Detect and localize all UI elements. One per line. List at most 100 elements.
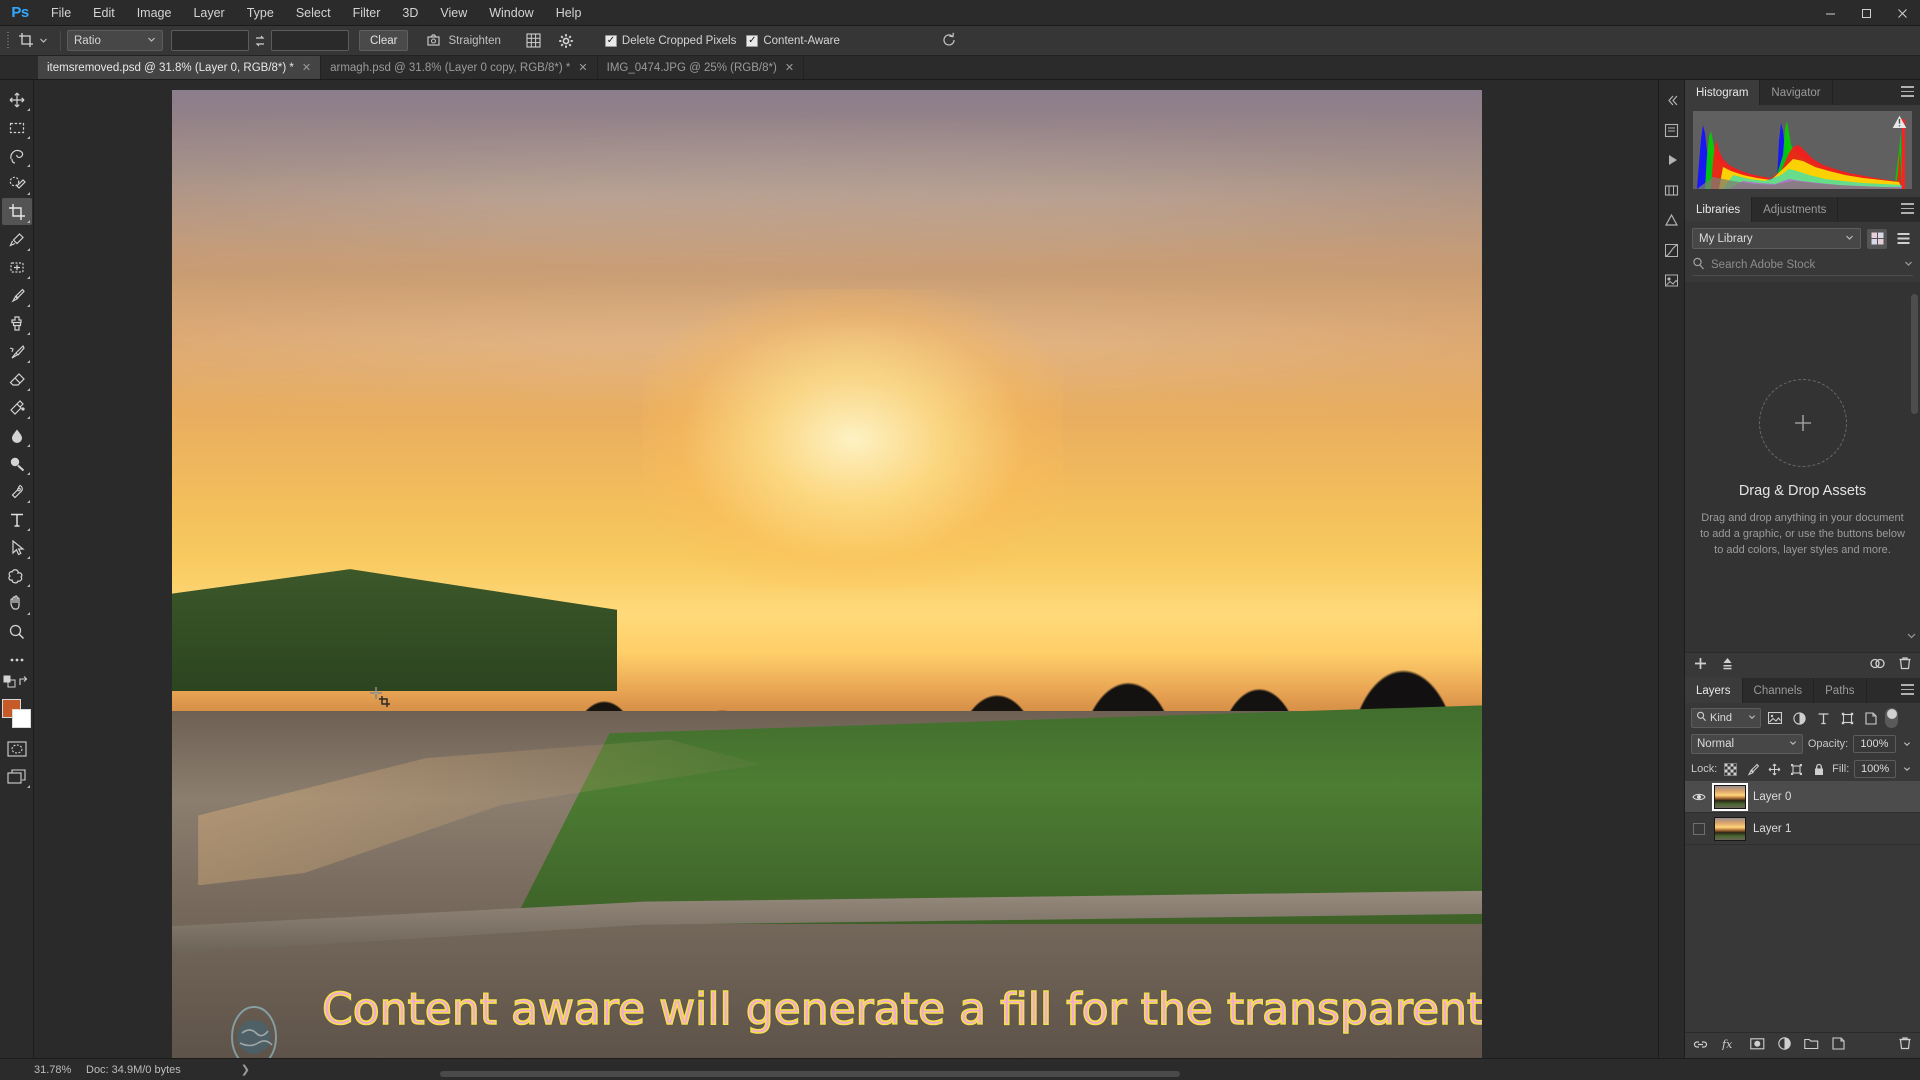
horizontal-scrollbar[interactable] bbox=[440, 1071, 1180, 1077]
straighten-label[interactable]: Straighten bbox=[448, 35, 500, 47]
swap-colors-icon[interactable] bbox=[18, 675, 31, 693]
fill-stepper-chevron-icon[interactable] bbox=[1901, 760, 1914, 778]
presets-icon[interactable] bbox=[1661, 270, 1683, 290]
type-tool[interactable] bbox=[2, 506, 32, 533]
clone-stamp-tool[interactable] bbox=[2, 310, 32, 337]
quick-mask-mode-button[interactable] bbox=[2, 735, 32, 762]
brush-tool[interactable] bbox=[2, 282, 32, 309]
layer-row-1[interactable]: Layer 1 bbox=[1685, 813, 1920, 846]
layer-visibility-toggle[interactable] bbox=[1691, 822, 1707, 835]
layer-style-icon[interactable]: fx bbox=[1721, 1037, 1737, 1055]
chevron-down-icon[interactable] bbox=[1906, 628, 1917, 646]
new-group-icon[interactable] bbox=[1804, 1037, 1819, 1055]
panel-menu-icon[interactable] bbox=[1901, 203, 1914, 217]
background-color-swatch[interactable] bbox=[11, 709, 31, 728]
menu-image[interactable]: Image bbox=[126, 0, 183, 26]
lock-image-pixels-icon[interactable] bbox=[1744, 760, 1761, 778]
search-adobe-stock-row[interactable]: Search Adobe Stock bbox=[1692, 255, 1913, 276]
add-item-icon[interactable] bbox=[1693, 656, 1708, 676]
delete-layer-icon[interactable] bbox=[1898, 1036, 1912, 1055]
layer-visibility-toggle[interactable] bbox=[1691, 792, 1707, 802]
crop-ratio-select[interactable]: Ratio bbox=[67, 30, 163, 51]
tab-libraries[interactable]: Libraries bbox=[1685, 197, 1753, 222]
delete-cropped-pixels-checkbox[interactable]: ✓ Delete Cropped Pixels bbox=[604, 34, 736, 47]
tab-navigator[interactable]: Navigator bbox=[1760, 80, 1833, 105]
swap-dimensions-button[interactable] bbox=[249, 30, 271, 52]
tab-adjustments[interactable]: Adjustments bbox=[1752, 197, 1839, 222]
history-brush-tool[interactable] bbox=[2, 338, 32, 365]
blur-tool[interactable] bbox=[2, 422, 32, 449]
hand-tool[interactable] bbox=[2, 590, 32, 617]
eyedropper-tool[interactable] bbox=[2, 226, 32, 253]
library-select[interactable]: My Library bbox=[1692, 228, 1861, 249]
layer-thumbnail[interactable] bbox=[1712, 782, 1748, 811]
menu-edit[interactable]: Edit bbox=[82, 0, 126, 26]
lock-artboard-nesting-icon[interactable] bbox=[1788, 760, 1805, 778]
crop-width-input[interactable] bbox=[171, 30, 249, 51]
menu-select[interactable]: Select bbox=[285, 0, 342, 26]
pixel-filter-icon[interactable] bbox=[1765, 708, 1785, 728]
reset-tool-icon[interactable] bbox=[940, 31, 958, 54]
document-tab-img0474[interactable]: IMG_0474.JPG @ 25% (RGB/8*) ✕ bbox=[597, 56, 805, 79]
trash-icon[interactable] bbox=[1898, 656, 1912, 675]
default-colors-icon[interactable] bbox=[3, 675, 16, 693]
library-dropzone[interactable]: Drag & Drop Assets Drag and drop anythin… bbox=[1685, 282, 1920, 652]
path-selection-tool[interactable] bbox=[2, 534, 32, 561]
tab-histogram[interactable]: Histogram bbox=[1685, 80, 1761, 105]
filter-enable-toggle[interactable] bbox=[1885, 708, 1898, 729]
close-icon[interactable]: ✕ bbox=[578, 61, 587, 74]
link-layers-icon[interactable] bbox=[1693, 1037, 1708, 1055]
color-swatches[interactable] bbox=[1, 699, 32, 729]
upload-icon[interactable] bbox=[1720, 656, 1735, 676]
new-adjustment-layer-icon[interactable] bbox=[1778, 1036, 1791, 1055]
zoom-tool[interactable] bbox=[2, 618, 32, 645]
adobe-color-icon[interactable] bbox=[1661, 210, 1683, 230]
move-tool[interactable] bbox=[2, 86, 32, 113]
lasso-tool[interactable] bbox=[2, 142, 32, 169]
crop-overlay-icon[interactable] bbox=[521, 29, 547, 53]
grid-view-icon[interactable] bbox=[1867, 228, 1887, 249]
shape-filter-icon[interactable] bbox=[1837, 708, 1857, 728]
edit-toolbar-tool[interactable] bbox=[2, 646, 32, 673]
close-button[interactable] bbox=[1884, 0, 1920, 26]
layer-name[interactable]: Layer 0 bbox=[1753, 791, 1791, 803]
type-filter-icon[interactable] bbox=[1813, 708, 1833, 728]
lock-position-icon[interactable] bbox=[1766, 760, 1783, 778]
opacity-value[interactable]: 100% bbox=[1853, 735, 1896, 754]
eraser-tool[interactable] bbox=[2, 366, 32, 393]
list-view-icon[interactable] bbox=[1893, 229, 1913, 249]
curves-icon[interactable] bbox=[1661, 240, 1683, 260]
document-image[interactable]: Marking Content aware will generate a fi… bbox=[172, 90, 1482, 1058]
play-icon[interactable] bbox=[1661, 150, 1683, 170]
layer-name[interactable]: Layer 1 bbox=[1753, 823, 1791, 835]
adjustment-filter-icon[interactable] bbox=[1789, 708, 1809, 728]
maximize-button[interactable] bbox=[1848, 0, 1884, 26]
opacity-stepper-chevron-icon[interactable] bbox=[1901, 735, 1914, 753]
crop-settings-gear-icon[interactable] bbox=[553, 29, 579, 53]
close-icon[interactable]: ✕ bbox=[785, 61, 794, 74]
panel-menu-icon[interactable] bbox=[1901, 86, 1914, 100]
fill-value[interactable]: 100% bbox=[1854, 760, 1896, 779]
rectangular-marquee-tool[interactable] bbox=[2, 114, 32, 141]
object-selection-tool[interactable] bbox=[2, 170, 32, 197]
lock-transparent-pixels-icon[interactable] bbox=[1722, 760, 1739, 778]
menu-layer[interactable]: Layer bbox=[182, 0, 235, 26]
document-tab-armagh[interactable]: armagh.psd @ 31.8% (Layer 0 copy, RGB/8*… bbox=[321, 56, 598, 79]
crop-tool[interactable] bbox=[1, 198, 32, 225]
status-expand-icon[interactable]: ❯ bbox=[241, 1063, 250, 1076]
tab-channels[interactable]: Channels bbox=[1742, 678, 1815, 704]
spot-healing-brush-tool[interactable] bbox=[2, 254, 32, 281]
menu-filter[interactable]: Filter bbox=[342, 0, 392, 26]
menu-window[interactable]: Window bbox=[478, 0, 544, 26]
panel-scrollbar[interactable] bbox=[1911, 294, 1918, 414]
tab-paths[interactable]: Paths bbox=[1814, 678, 1867, 704]
creative-cloud-icon[interactable] bbox=[1869, 657, 1886, 675]
content-aware-checkbox[interactable]: ✓ Content-Aware bbox=[746, 34, 840, 47]
crop-height-input[interactable] bbox=[271, 30, 349, 51]
collapse-panels-icon[interactable] bbox=[1661, 90, 1683, 110]
document-info[interactable]: Doc: 34.9M/0 bytes ❯ bbox=[86, 1063, 250, 1077]
straighten-icon[interactable] bbox=[420, 29, 446, 53]
panel-menu-icon[interactable] bbox=[1901, 684, 1914, 698]
screen-mode-button[interactable] bbox=[2, 763, 32, 790]
tab-layers[interactable]: Layers bbox=[1685, 678, 1743, 704]
